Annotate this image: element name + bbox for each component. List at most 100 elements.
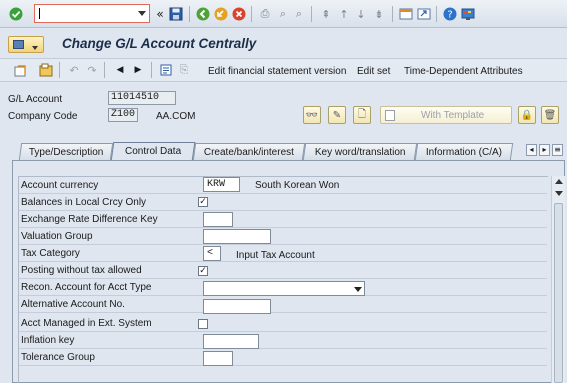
- tab-label: Information (C/A): [425, 147, 502, 158]
- tab-strip: Type/Description Control Data Create/ban…: [0, 140, 567, 161]
- tolerance-group-row: Tolerance Group: [19, 349, 547, 366]
- title-bar: Change G/L Account Centrally: [0, 32, 567, 56]
- vertical-scrollbar[interactable]: [551, 176, 565, 383]
- save-icon[interactable]: [168, 6, 184, 22]
- toolbar-separator: [251, 6, 252, 22]
- tab-list-icon[interactable]: ≡: [552, 144, 563, 156]
- exit-icon[interactable]: [213, 6, 229, 22]
- gl-account-field[interactable]: 11014510: [108, 91, 176, 105]
- tab-label: Create/bank/interest: [203, 147, 294, 158]
- acct-managed-ext-label: Acct Managed in Ext. System: [21, 318, 152, 329]
- tax-category-label: Tax Category: [21, 248, 80, 259]
- scroll-down-icon[interactable]: [555, 191, 563, 196]
- tab-key-word-translation[interactable]: Key word/translation: [302, 143, 418, 160]
- edit-set-button[interactable]: Edit set: [357, 66, 390, 77]
- recon-account-label: Recon. Account for Acct Type: [21, 282, 152, 293]
- delete-button[interactable]: 🗑: [541, 106, 559, 124]
- glasses-display-button[interactable]: 👓: [303, 106, 321, 124]
- chevron-down-icon: [32, 46, 38, 50]
- tab-scroll-left-icon[interactable]: ◂: [526, 144, 537, 156]
- gl-account-label: G/L Account: [8, 94, 63, 105]
- display-change-icon[interactable]: [12, 62, 28, 78]
- posting-without-tax-row: Posting without tax allowed: [19, 262, 547, 279]
- find-icon[interactable]: ⌕: [275, 6, 291, 22]
- company-code-field[interactable]: Z100: [108, 108, 138, 122]
- edit-pencil-button[interactable]: ✎: [328, 106, 346, 124]
- page-title: Change G/L Account Centrally: [62, 36, 257, 51]
- previous-entry-icon[interactable]: ◀: [112, 62, 128, 78]
- system-toolbar: « ⎙ ⌕ ⌕ ⇞ ↑ ↓ ⇟ ?: [0, 0, 567, 28]
- cancel-icon[interactable]: [231, 6, 247, 22]
- create-session-icon[interactable]: [398, 6, 414, 22]
- tab-label: Control Data: [124, 146, 182, 157]
- posting-without-tax-checkbox[interactable]: ✓: [198, 266, 208, 276]
- recon-account-select[interactable]: [203, 281, 365, 296]
- enter-icon[interactable]: [8, 6, 24, 22]
- svg-text:?: ?: [447, 10, 452, 21]
- previous-page-icon[interactable]: ↑: [336, 6, 352, 22]
- glasses-icon: 👓: [305, 109, 319, 121]
- alternative-account-input[interactable]: [203, 299, 271, 314]
- tab-create-bank-interest[interactable]: Create/bank/interest: [192, 143, 306, 160]
- acct-managed-ext-checkbox[interactable]: [198, 319, 208, 329]
- command-dropdown-icon[interactable]: [138, 11, 146, 16]
- toolbar-separator: [59, 62, 60, 78]
- tax-category-description: Input Tax Account: [236, 250, 315, 261]
- tax-category-input[interactable]: <: [203, 246, 221, 261]
- valuation-group-row: Valuation Group: [19, 228, 547, 245]
- scrollbar-thumb[interactable]: [554, 203, 563, 383]
- chevron-down-icon[interactable]: [354, 287, 362, 292]
- tab-information-ca[interactable]: Information (C/A): [414, 143, 514, 160]
- account-currency-description: South Korean Won: [255, 180, 340, 191]
- text-cursor: [39, 8, 40, 19]
- lock-button[interactable]: 🔒: [518, 106, 536, 124]
- where-used-icon[interactable]: [158, 62, 174, 78]
- command-field[interactable]: [34, 4, 150, 23]
- print-icon[interactable]: ⎙: [257, 6, 273, 22]
- exchange-rate-key-input[interactable]: [203, 212, 233, 227]
- find-next-icon[interactable]: ⌕: [291, 6, 307, 22]
- menu-button[interactable]: [8, 36, 44, 53]
- last-page-icon[interactable]: ⇟: [371, 6, 387, 22]
- customize-layout-icon[interactable]: [460, 6, 476, 22]
- help-icon[interactable]: ?: [442, 6, 458, 22]
- pencil-icon: ✎: [332, 109, 342, 121]
- tab-label: Type/Description: [28, 147, 104, 158]
- toolbar-separator: [189, 6, 190, 22]
- tab-scroll-right-icon[interactable]: ▸: [539, 144, 550, 156]
- toolbar-separator: [104, 62, 105, 78]
- undo-icon[interactable]: ↶: [66, 62, 82, 78]
- other-object-icon[interactable]: [38, 62, 54, 78]
- acct-managed-ext-row: Acct Managed in Ext. System: [19, 315, 547, 332]
- time-dependent-button[interactable]: Time-Dependent Attributes: [404, 66, 523, 77]
- with-template-button[interactable]: With Template: [380, 106, 512, 124]
- redo-icon[interactable]: ↷: [84, 62, 100, 78]
- posting-without-tax-label: Posting without tax allowed: [21, 265, 142, 276]
- tab-control-data[interactable]: Control Data: [110, 142, 196, 161]
- shortcut-icon[interactable]: [416, 6, 432, 22]
- valuation-group-input[interactable]: [203, 229, 271, 244]
- tab-type-description[interactable]: Type/Description: [18, 143, 114, 160]
- trash-icon: 🗑: [543, 109, 557, 121]
- inflation-key-row: Inflation key: [19, 332, 547, 349]
- next-page-icon[interactable]: ↓: [353, 6, 369, 22]
- create-document-button[interactable]: 🗋: [353, 106, 371, 124]
- inflation-key-input[interactable]: [203, 334, 259, 349]
- account-currency-input[interactable]: KRW: [203, 177, 240, 192]
- tolerance-group-input[interactable]: [203, 351, 233, 366]
- balances-local-checkbox[interactable]: ✓: [198, 197, 208, 207]
- inflation-key-label: Inflation key: [21, 335, 75, 346]
- toolbar-separator: [311, 6, 312, 22]
- next-entry-icon[interactable]: ▶: [130, 62, 146, 78]
- first-page-icon[interactable]: ⇞: [318, 6, 334, 22]
- alternative-account-label: Alternative Account No.: [21, 299, 125, 310]
- collapse-icon[interactable]: «: [152, 6, 168, 22]
- edit-fs-version-button[interactable]: Edit financial statement version: [208, 66, 346, 77]
- back-icon[interactable]: [195, 6, 211, 22]
- change-documents-icon[interactable]: ⎘: [176, 62, 192, 78]
- tolerance-group-label: Tolerance Group: [21, 352, 95, 363]
- exchange-rate-label: Exchange Rate Difference Key: [21, 214, 158, 225]
- toolbar-separator: [436, 6, 437, 22]
- document-icon: 🗋: [357, 108, 367, 120]
- scroll-up-icon[interactable]: [555, 179, 563, 184]
